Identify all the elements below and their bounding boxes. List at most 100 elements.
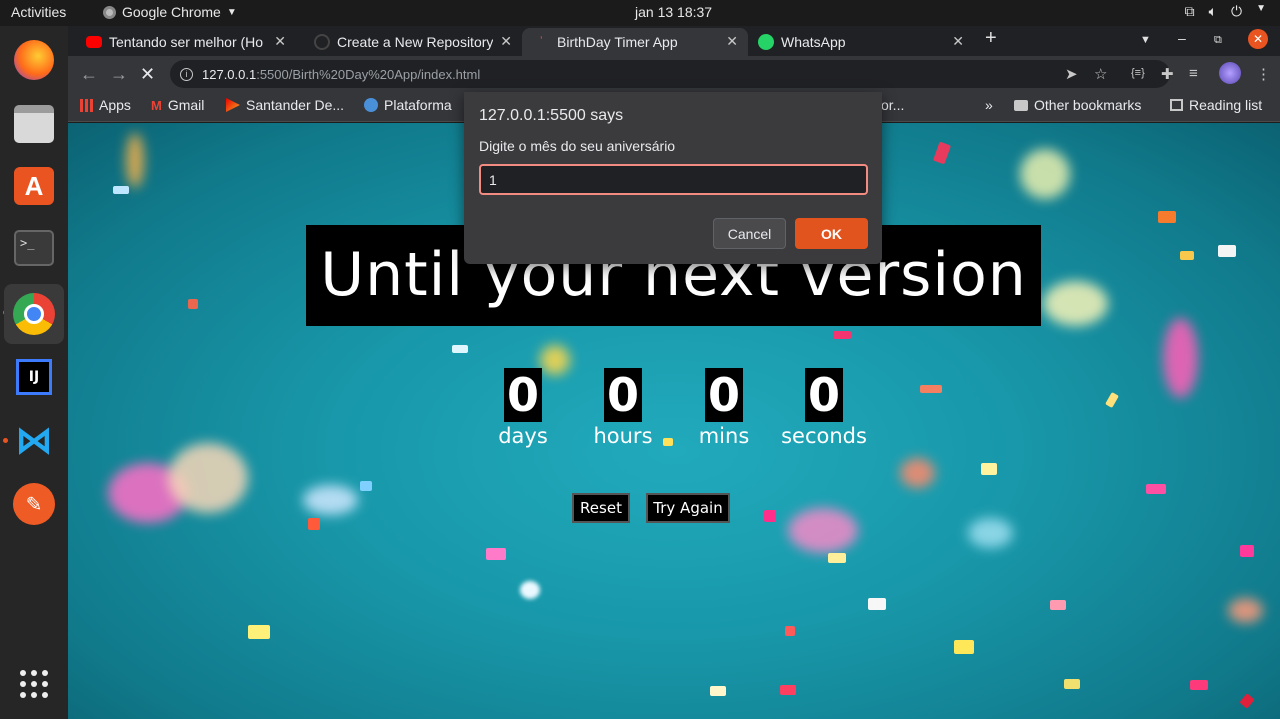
try-again-button[interactable]: Try Again	[646, 493, 730, 523]
info-icon: i	[180, 67, 193, 81]
confetti-blob	[788, 508, 858, 553]
postman-launcher[interactable]: ✎	[10, 480, 58, 528]
network-icon: ⧉	[1184, 3, 1195, 19]
bookmark-label: Gmail	[167, 97, 205, 113]
activities-button[interactable]: Activities	[11, 4, 66, 20]
url-path: :5500/Birth%20Day%20App/index.html	[256, 66, 481, 82]
address-bar[interactable]: i 127.0.0.1:5500/Birth%20Day%20App/index…	[170, 60, 1170, 88]
minimize-button[interactable]: –	[1178, 30, 1186, 46]
seconds-label: seconds	[781, 424, 867, 448]
menu-icon[interactable]: ⋮	[1256, 65, 1271, 83]
bookmark-plataforma[interactable]: Plataforma	[364, 97, 452, 113]
show-applications-button[interactable]	[10, 660, 58, 708]
cancel-button[interactable]: Cancel	[713, 218, 786, 249]
chrome-launcher[interactable]	[4, 284, 64, 344]
extension-json-icon[interactable]: {≡}	[1131, 67, 1145, 79]
confetti-piece	[1240, 545, 1254, 557]
gmail-icon: M	[151, 97, 162, 113]
forward-button[interactable]: →	[110, 64, 128, 85]
stop-loading-button[interactable]: ✕	[140, 64, 155, 85]
vscode-launcher[interactable]: ⋈	[10, 416, 58, 464]
running-indicator	[3, 438, 8, 443]
confetti-piece	[954, 640, 974, 654]
app-grid-icon	[20, 670, 48, 698]
intellij-icon: IJ	[16, 359, 52, 395]
bookmarks-overflow-button[interactable]: »	[985, 97, 993, 113]
dialog-input[interactable]	[479, 164, 868, 195]
url-host: 127.0.0.1	[202, 66, 257, 82]
confetti-piece	[981, 463, 997, 475]
close-icon[interactable]: ✕	[500, 33, 512, 50]
bookmark-santander[interactable]: Santander De...	[226, 97, 344, 113]
confetti-piece	[1218, 245, 1236, 257]
bookmark-label: or...	[881, 97, 905, 113]
dock: A >_ IJ ⋈ ✎	[0, 26, 68, 719]
bookmark-star-icon[interactable]: ☆	[1094, 65, 1107, 83]
tab-search-button[interactable]: ▼	[1140, 34, 1151, 46]
other-bookmarks[interactable]: Other bookmarks	[1014, 97, 1141, 113]
bookmark-label: Apps	[99, 97, 131, 113]
mins-counter: 0 mins	[669, 368, 779, 448]
confetti-piece	[1146, 484, 1166, 494]
postman-icon: ✎	[13, 483, 55, 525]
system-tray[interactable]: ⧉ 🔈︎ ⏻ ▼	[1185, 3, 1266, 20]
confetti-piece	[868, 598, 886, 610]
confetti-piece	[1190, 680, 1208, 690]
restore-button[interactable]: ⧉	[1214, 34, 1222, 47]
days-label: days	[498, 424, 548, 448]
hours-label: hours	[593, 424, 653, 448]
close-window-button[interactable]: ✕	[1248, 29, 1268, 49]
seconds-counter: 0 seconds	[769, 368, 879, 448]
confetti-piece	[920, 385, 942, 393]
mins-value: 0	[704, 368, 743, 422]
confetti-blob	[1043, 281, 1108, 326]
ok-button[interactable]: OK	[795, 218, 868, 249]
terminal-launcher[interactable]: >_	[10, 224, 58, 272]
confetti-piece	[1239, 693, 1255, 709]
bookmark-label: Other bookmarks	[1034, 97, 1142, 113]
tab-whatsapp[interactable]: WhatsApp ✕	[748, 28, 974, 56]
confetti-piece	[113, 186, 129, 194]
bookmark-apps[interactable]: Apps	[80, 97, 131, 113]
chevron-down-icon: ▼	[226, 6, 237, 18]
reading-list[interactable]: Reading list	[1170, 97, 1262, 113]
browser-toolbar: ← → ✕ i 127.0.0.1:5500/Birth%20Day%20App…	[68, 56, 1280, 92]
profile-avatar[interactable]	[1219, 62, 1241, 84]
firefox-launcher[interactable]	[10, 36, 58, 84]
santander-icon	[226, 98, 240, 112]
tab-github[interactable]: Create a New Repository ✕	[296, 28, 522, 56]
tab-birthday-timer[interactable]: ʼ BirthDay Timer App ✕	[522, 28, 748, 56]
reset-button[interactable]: Reset	[572, 493, 630, 523]
confetti-piece	[932, 141, 952, 165]
tab-label: Tentando ser melhor (Ho	[109, 34, 264, 50]
chrome-icon	[13, 293, 55, 335]
back-button[interactable]: ←	[80, 64, 98, 85]
system-top-bar: Activities Google Chrome ▼ jan 13 18:37 …	[0, 0, 1280, 26]
bookmark-gmail[interactable]: M Gmail	[151, 97, 204, 113]
intellij-launcher[interactable]: IJ	[10, 353, 58, 401]
software-launcher[interactable]: A	[10, 162, 58, 210]
media-icon[interactable]: ≡	[1189, 65, 1198, 82]
reading-list-icon	[1170, 99, 1183, 111]
tab-label: BirthDay Timer App	[557, 34, 678, 50]
confetti-piece	[520, 581, 540, 599]
confetti-piece	[833, 331, 851, 339]
tab-youtube[interactable]: Tentando ser melhor (Ho ✕	[68, 28, 296, 56]
send-icon[interactable]: ➤	[1065, 65, 1078, 83]
confetti-piece	[1158, 211, 1176, 223]
extensions-icon[interactable]: ✚	[1161, 65, 1174, 83]
page-icon: ʼ	[540, 34, 543, 48]
close-icon[interactable]: ✕	[274, 33, 286, 50]
close-icon[interactable]: ✕	[952, 33, 964, 50]
vscode-icon: ⋈	[15, 418, 53, 462]
globe-icon	[364, 98, 378, 112]
confetti-blob	[1163, 318, 1198, 398]
files-launcher[interactable]	[10, 100, 58, 148]
confetti-piece	[1050, 600, 1066, 610]
apps-grid-icon	[80, 98, 93, 112]
new-tab-button[interactable]: +	[985, 27, 997, 50]
clock[interactable]: jan 13 18:37	[635, 4, 712, 20]
app-menu[interactable]: Google Chrome ▼	[103, 4, 237, 20]
bookmark-partial[interactable]: or...	[881, 97, 904, 113]
close-icon[interactable]: ✕	[726, 33, 738, 50]
